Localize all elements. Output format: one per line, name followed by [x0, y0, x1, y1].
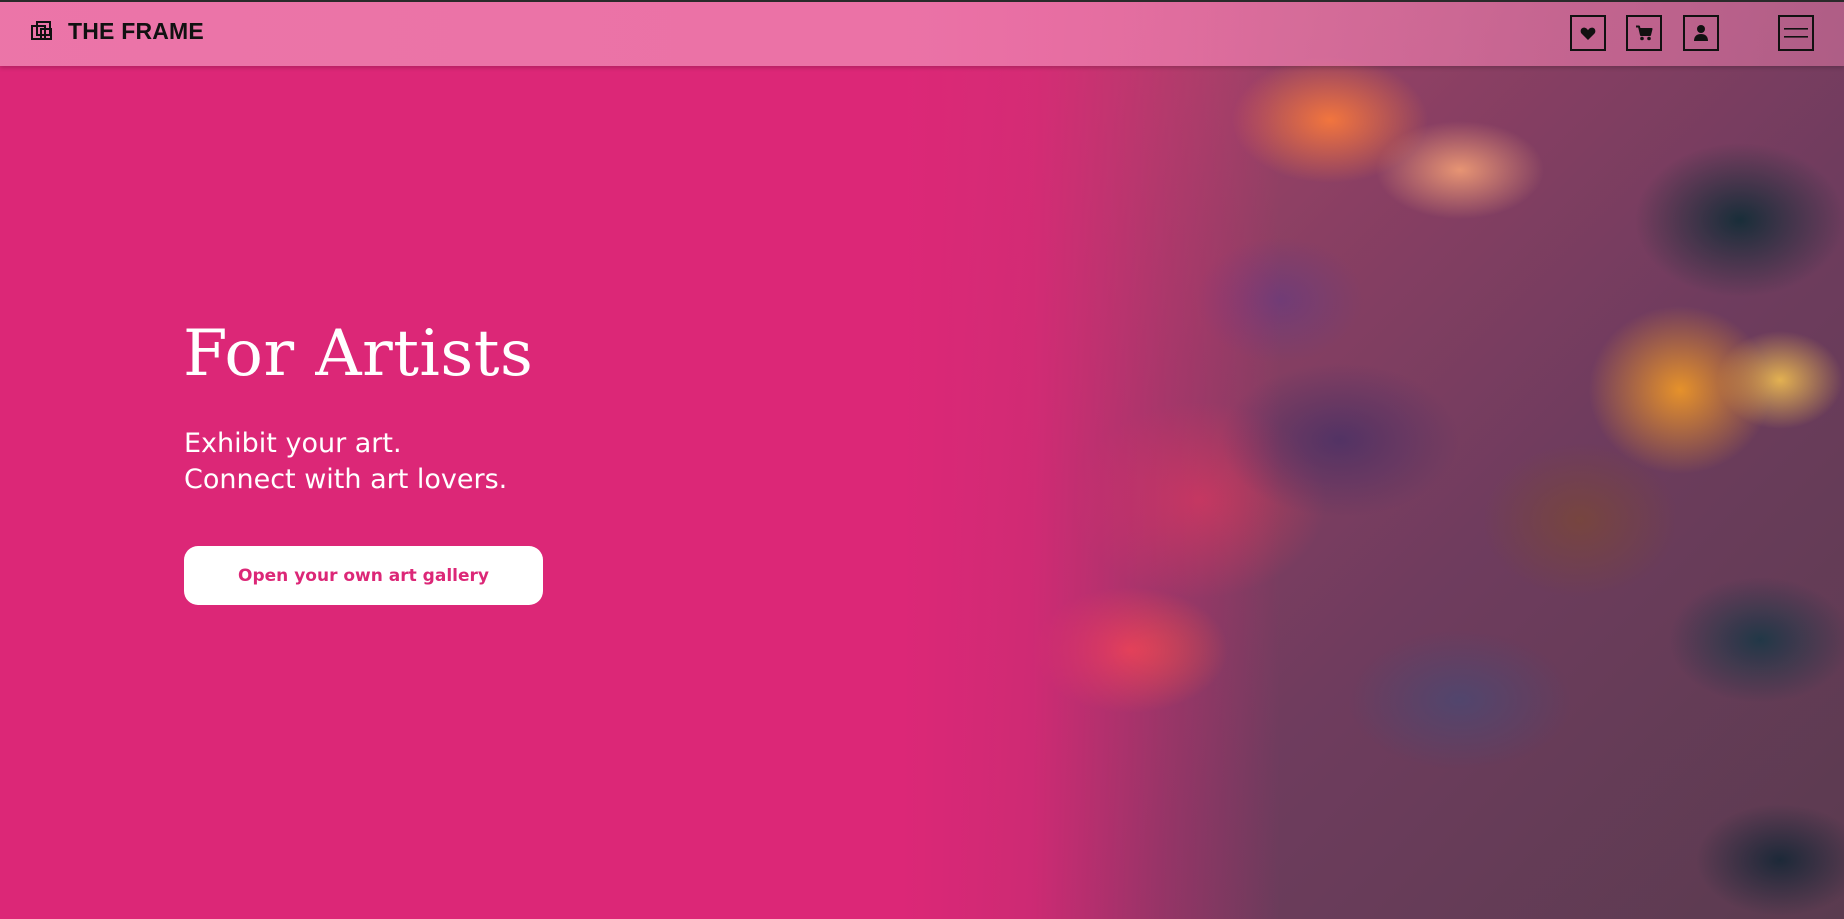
- cart-icon: [1636, 25, 1653, 41]
- hero-title: For Artists: [183, 317, 534, 391]
- menu-button[interactable]: [1778, 15, 1814, 51]
- site-header: THE FRAME: [0, 2, 1844, 66]
- open-gallery-button[interactable]: Open your own art gallery: [184, 546, 543, 605]
- cart-button[interactable]: [1626, 15, 1662, 51]
- heart-icon: [1580, 27, 1596, 40]
- hero-artwork-image: [900, 0, 1844, 919]
- hero-subtitle-line-2: Connect with art lovers.: [184, 464, 508, 495]
- artwork-fade-overlay: [900, 0, 1280, 919]
- brand-name: THE FRAME: [68, 18, 204, 44]
- brand-logo-link[interactable]: THE FRAME: [30, 18, 204, 45]
- user-icon: [1694, 25, 1708, 41]
- hamburger-icon: [1784, 28, 1808, 38]
- page: THE FRAME For Artists Exhibit your art. …: [0, 0, 1844, 919]
- hero-subtitle-line-1: Exhibit your art.: [184, 428, 402, 459]
- wishlist-button[interactable]: [1570, 15, 1606, 51]
- hero-subtitle: Exhibit your art. Connect with art lover…: [184, 426, 507, 498]
- overlapping-frames-icon: [31, 20, 52, 40]
- account-button[interactable]: [1683, 15, 1719, 51]
